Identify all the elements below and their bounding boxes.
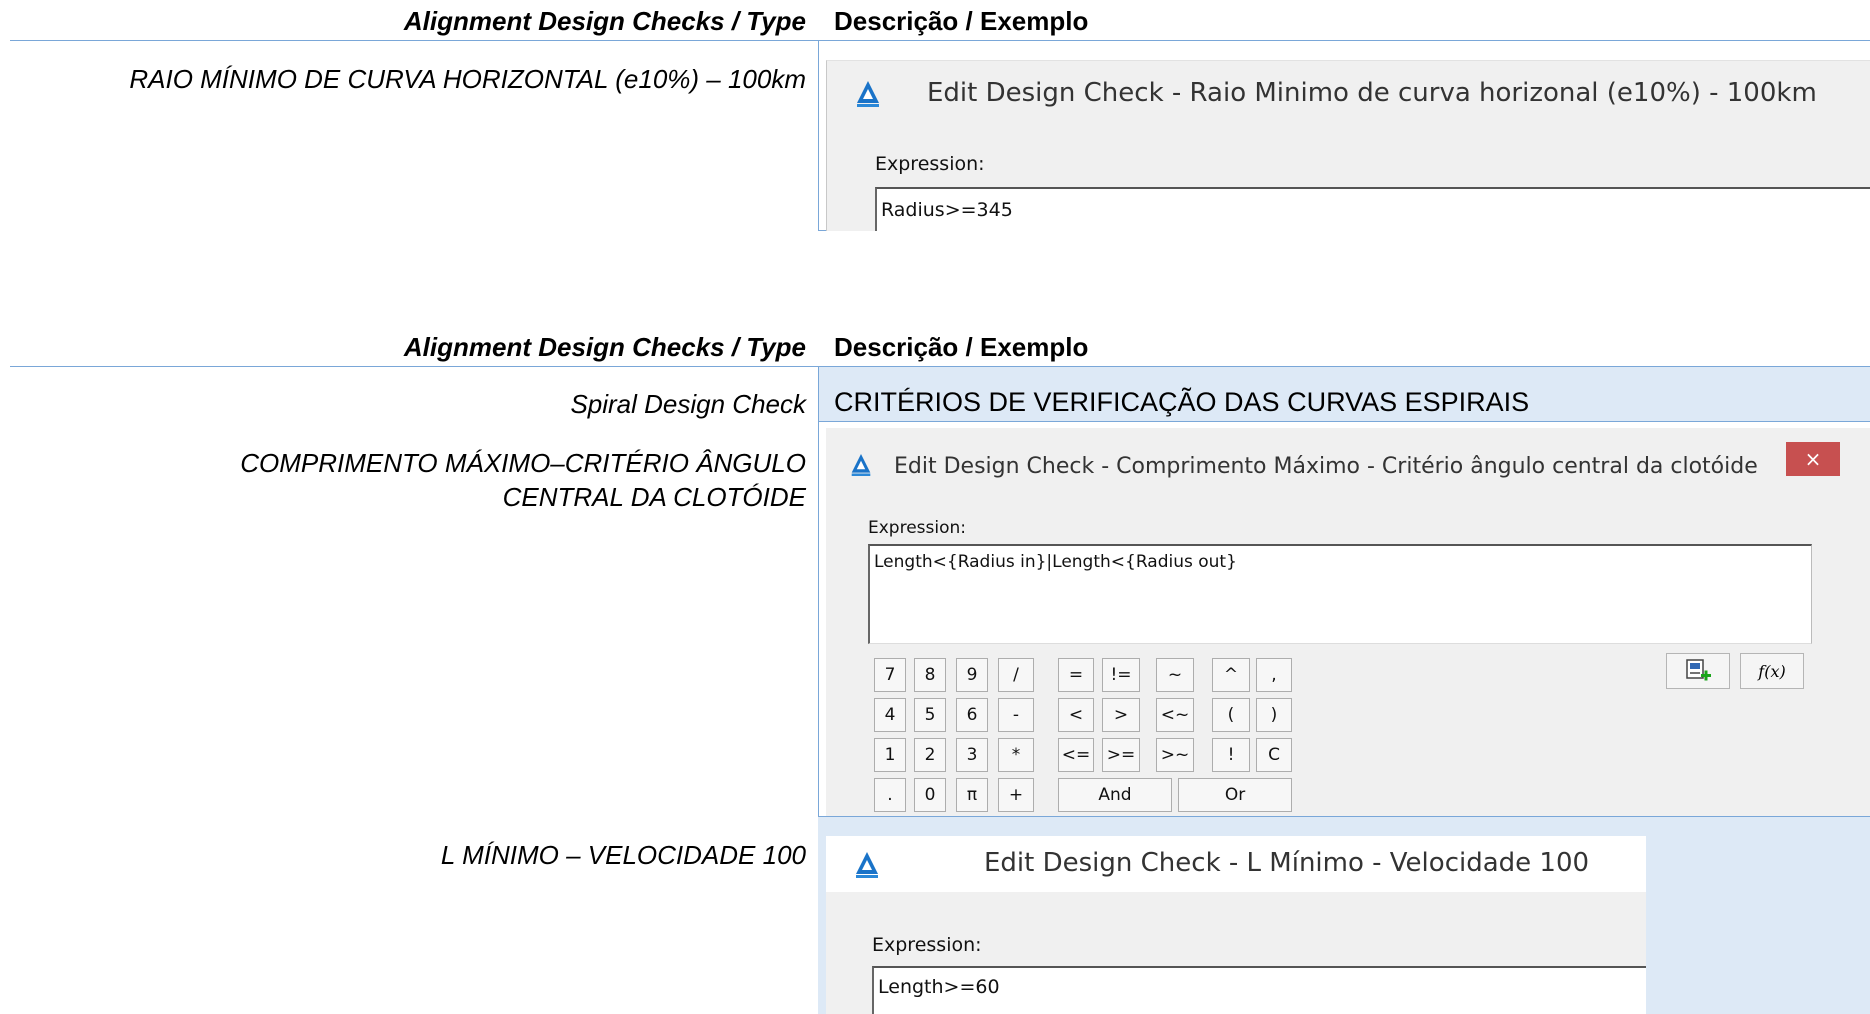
key-equals[interactable]: = bbox=[1058, 658, 1094, 692]
section1-header-description: Descrição / Exemplo bbox=[834, 6, 1089, 36]
dialog-title: Edit Design Check - Raio Minimo de curva… bbox=[927, 78, 1817, 108]
expression-value: Radius>=345 bbox=[881, 199, 1013, 221]
expression-label: Expression: bbox=[875, 153, 985, 175]
key-less[interactable]: < bbox=[1058, 698, 1094, 732]
dialog-title: Edit Design Check - L Mínimo - Velocidad… bbox=[984, 848, 1590, 878]
section1-header-divider bbox=[10, 40, 1870, 41]
section2-header-type: Alignment Design Checks / Type bbox=[403, 332, 806, 362]
key-not-equals[interactable]: != bbox=[1102, 658, 1140, 692]
key-less-equal[interactable]: <= bbox=[1058, 738, 1094, 772]
insert-property-button[interactable] bbox=[1666, 653, 1730, 689]
key-5[interactable]: 5 bbox=[914, 698, 946, 732]
comprimento-maximo-label-line1: COMPRIMENTO MÁXIMO–CRITÉRIO ÂNGULO bbox=[240, 448, 806, 478]
l-minimo-dialog: Edit Design Check - L Mínimo - Velocidad… bbox=[826, 836, 1646, 1014]
key-1[interactable]: 1 bbox=[874, 738, 906, 772]
key-8[interactable]: 8 bbox=[914, 658, 946, 692]
key-divide[interactable]: / bbox=[998, 658, 1034, 692]
section2-header-description: Descrição / Exemplo bbox=[834, 332, 1089, 362]
key-plus[interactable]: + bbox=[998, 778, 1034, 812]
key-not[interactable]: ! bbox=[1212, 738, 1250, 772]
expression-value: Length<{Radius in}|Length<{Radius out} bbox=[874, 552, 1237, 572]
comprimento-maximo-dialog: Edit Design Check - Comprimento Máximo -… bbox=[826, 428, 1870, 816]
key-greater-equal[interactable]: >= bbox=[1102, 738, 1140, 772]
civil3d-app-icon bbox=[850, 452, 872, 482]
key-and[interactable]: And bbox=[1058, 778, 1172, 812]
key-3[interactable]: 3 bbox=[956, 738, 988, 772]
spiral-design-check-label: Spiral Design Check bbox=[570, 389, 806, 419]
key-comma[interactable]: , bbox=[1256, 658, 1292, 692]
key-2[interactable]: 2 bbox=[914, 738, 946, 772]
civil3d-app-icon bbox=[855, 79, 881, 113]
key-4[interactable]: 4 bbox=[874, 698, 906, 732]
key-greater[interactable]: > bbox=[1102, 698, 1140, 732]
key-greater-approx[interactable]: >~ bbox=[1156, 738, 1194, 772]
key-0[interactable]: 0 bbox=[914, 778, 946, 812]
key-pi[interactable]: π bbox=[956, 778, 988, 812]
l-minimo-row-divider bbox=[818, 816, 1870, 817]
key-7[interactable]: 7 bbox=[874, 658, 906, 692]
key-6[interactable]: 6 bbox=[956, 698, 988, 732]
key-caret[interactable]: ^ bbox=[1212, 658, 1250, 692]
key-less-approx[interactable]: <~ bbox=[1156, 698, 1194, 732]
close-button[interactable]: × bbox=[1786, 442, 1840, 476]
key-multiply[interactable]: * bbox=[998, 738, 1034, 772]
section1-header-type: Alignment Design Checks / Type bbox=[403, 6, 806, 36]
key-minus[interactable]: - bbox=[998, 698, 1034, 732]
civil3d-app-icon bbox=[854, 850, 880, 884]
section1-column-divider bbox=[818, 40, 819, 230]
insert-function-icon: f(x) bbox=[1758, 661, 1786, 681]
key-clear[interactable]: C bbox=[1256, 738, 1292, 772]
expression-input[interactable]: Radius>=345 bbox=[875, 187, 1870, 231]
expression-value: Length>=60 bbox=[878, 976, 1000, 998]
insert-function-button[interactable]: f(x) bbox=[1740, 653, 1804, 689]
key-open-paren[interactable]: ( bbox=[1212, 698, 1250, 732]
expression-input[interactable]: Length>=60 bbox=[872, 966, 1646, 1014]
expression-input[interactable]: Length<{Radius in}|Length<{Radius out} bbox=[868, 544, 1812, 644]
comprimento-maximo-label-line2: CENTRAL DA CLOTÓIDE bbox=[502, 482, 806, 512]
expression-label: Expression: bbox=[872, 934, 982, 956]
key-or[interactable]: Or bbox=[1178, 778, 1292, 812]
expression-label: Expression: bbox=[868, 518, 967, 538]
key-close-paren[interactable]: ) bbox=[1256, 698, 1292, 732]
type-row-divider bbox=[818, 421, 1870, 422]
key-approx[interactable]: ~ bbox=[1156, 658, 1194, 692]
section1-row-label: RAIO MÍNIMO DE CURVA HORIZONTAL (e10%) –… bbox=[129, 64, 806, 94]
section1-edit-design-check-dialog: Edit Design Check - Raio Minimo de curva… bbox=[826, 60, 1870, 231]
dialog-title: Edit Design Check - Comprimento Máximo -… bbox=[894, 454, 1758, 479]
key-dot[interactable]: . bbox=[874, 778, 906, 812]
l-minimo-label: L MÍNIMO – VELOCIDADE 100 bbox=[440, 840, 806, 870]
insert-property-icon bbox=[1686, 659, 1711, 681]
spiral-criteria-description: CRITÉRIOS DE VERIFICAÇÃO DAS CURVAS ESPI… bbox=[834, 387, 1530, 417]
key-9[interactable]: 9 bbox=[956, 658, 988, 692]
